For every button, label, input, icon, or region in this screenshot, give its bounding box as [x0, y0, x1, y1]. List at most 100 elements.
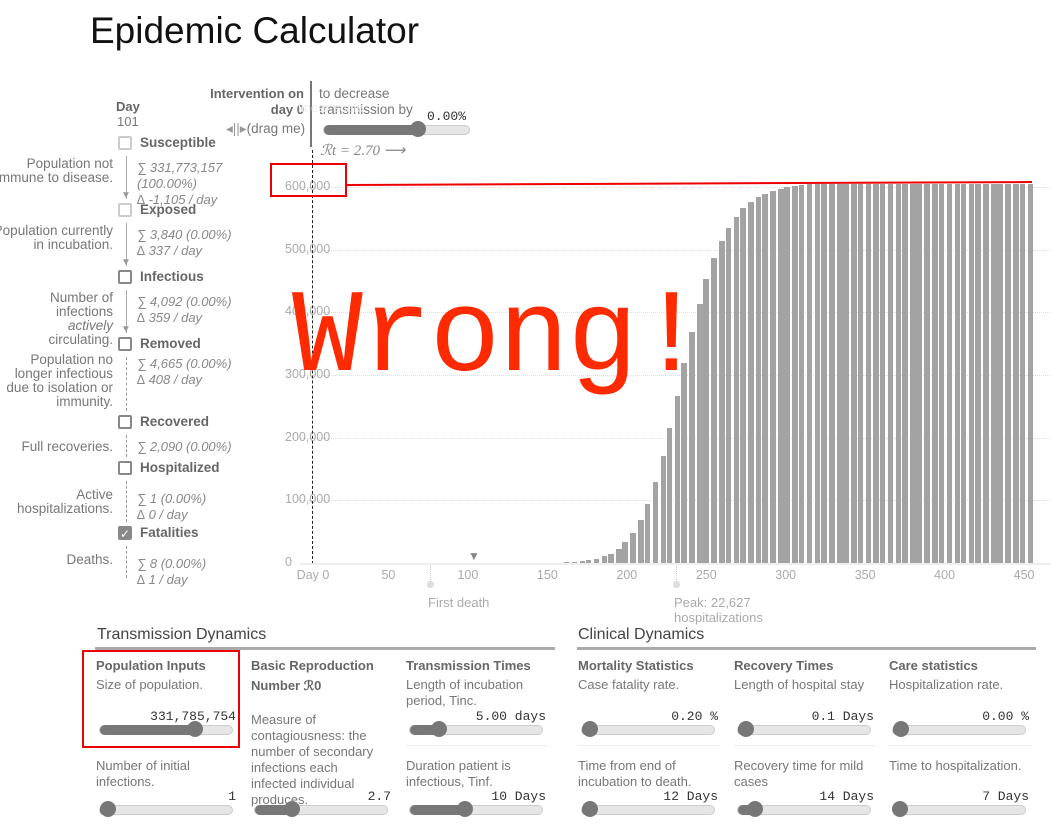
chart-bar[interactable]	[960, 183, 967, 563]
checkbox-removed[interactable]	[118, 337, 132, 351]
card-slider[interactable]	[737, 721, 871, 737]
chart-bar[interactable]	[638, 519, 644, 563]
chart-bar[interactable]	[814, 183, 821, 563]
compartment-description: Population no longer infectious due to i…	[6, 352, 113, 409]
chart-bar[interactable]	[660, 456, 667, 563]
chart-bar[interactable]	[828, 183, 835, 563]
checkbox-recovered[interactable]	[118, 415, 132, 429]
chart-bar[interactable]	[622, 542, 628, 563]
chart-bar[interactable]	[879, 183, 886, 563]
chart-bar[interactable]	[910, 183, 916, 563]
chart-bar[interactable]	[784, 187, 791, 563]
chart-bar[interactable]	[938, 183, 945, 563]
slider-thumb[interactable]	[747, 801, 764, 817]
chart-bar[interactable]	[733, 216, 740, 563]
chart-bar[interactable]	[916, 183, 922, 563]
card-slider-2[interactable]	[581, 801, 715, 817]
chart-bar[interactable]	[770, 191, 776, 563]
chart-bar[interactable]	[798, 184, 805, 563]
slider-thumb[interactable]	[410, 121, 427, 137]
chart-bar[interactable]	[778, 189, 784, 563]
chart-bar[interactable]	[873, 183, 880, 563]
slider-thumb[interactable]	[582, 721, 598, 737]
slider-thumb[interactable]	[431, 721, 448, 737]
checkbox-hospitalized[interactable]	[118, 461, 132, 475]
slider-thumb[interactable]	[738, 721, 754, 737]
checkbox-susceptible[interactable]	[118, 136, 132, 150]
chart-bar[interactable]	[821, 183, 827, 563]
chart-bar[interactable]	[975, 183, 981, 563]
chart-bar[interactable]	[755, 197, 762, 563]
slider-thumb[interactable]	[582, 801, 598, 817]
chart-bar[interactable]	[674, 395, 681, 563]
chart-bar[interactable]	[946, 183, 953, 563]
checkbox-infectious[interactable]	[118, 270, 132, 284]
chart-bar[interactable]	[954, 183, 961, 563]
compartment-label[interactable]: Susceptible	[140, 135, 216, 150]
chart-bar[interactable]	[792, 186, 799, 563]
chart-bar[interactable]	[902, 183, 908, 563]
divider	[406, 745, 548, 746]
chart-bar[interactable]	[630, 532, 636, 563]
card-slider-2[interactable]	[891, 801, 1026, 817]
chart-bar[interactable]	[806, 184, 813, 563]
chart-bar[interactable]	[983, 183, 989, 563]
chart-bar[interactable]	[644, 504, 651, 563]
chart-bar[interactable]	[1019, 183, 1026, 563]
chart-bar[interactable]	[843, 183, 849, 563]
chart-bar[interactable]	[991, 183, 997, 563]
chart-bar[interactable]	[666, 427, 673, 563]
chart-bar[interactable]	[968, 183, 975, 563]
x-tick-label: 350	[854, 568, 876, 582]
compartment-label[interactable]: Fatalities	[140, 525, 199, 540]
scale-toggle-faded[interactable]: linear scale	[298, 100, 364, 115]
chart-bar[interactable]	[719, 240, 725, 563]
chart-bar[interactable]	[924, 183, 930, 563]
divider	[734, 745, 876, 746]
checkbox-fatalities[interactable]: ✓	[118, 526, 132, 540]
chart-bar[interactable]	[601, 556, 608, 563]
card-slider[interactable]	[581, 721, 715, 737]
card-slider-2[interactable]	[737, 801, 871, 817]
chart-bar[interactable]	[865, 183, 872, 563]
chart-bar[interactable]	[1027, 183, 1034, 563]
card-slider[interactable]	[409, 721, 543, 737]
chart-bar[interactable]	[652, 482, 659, 563]
card-slider-2[interactable]	[409, 801, 543, 817]
intervention-slider[interactable]	[323, 121, 470, 137]
compartment-label[interactable]: Infectious	[140, 269, 204, 284]
chart-bar[interactable]	[851, 183, 857, 563]
checkbox-exposed[interactable]	[118, 203, 132, 217]
chart-bar[interactable]	[616, 548, 622, 563]
card-value-2: 7 Days	[982, 789, 1029, 804]
chart-bar[interactable]	[711, 258, 717, 563]
slider-thumb[interactable]	[283, 801, 300, 817]
current-day-marker[interactable]: ▼	[468, 549, 480, 563]
slider-thumb[interactable]	[457, 801, 474, 817]
compartment-label[interactable]: Recovered	[140, 414, 209, 429]
card-slider-2[interactable]	[254, 801, 388, 817]
card-slider-2[interactable]	[99, 801, 233, 817]
compartment-label[interactable]: Hospitalized	[140, 460, 220, 475]
chart-bar[interactable]	[725, 227, 732, 563]
chart-bar[interactable]	[887, 183, 894, 563]
chart-bar[interactable]	[608, 553, 614, 563]
chart-bar[interactable]	[739, 208, 746, 563]
slider-thumb[interactable]	[891, 801, 908, 817]
chart-bar[interactable]	[895, 183, 902, 563]
card-slider[interactable]	[892, 721, 1026, 737]
compartment-label[interactable]: Exposed	[140, 202, 196, 217]
slider-thumb[interactable]	[893, 721, 909, 737]
first-death-label: First death	[428, 595, 490, 610]
intervention-drag-handle[interactable]: ◂||▸(drag me)	[226, 121, 305, 137]
chart-bar[interactable]	[932, 183, 938, 563]
chart-bar[interactable]	[762, 193, 768, 563]
slider-thumb[interactable]	[100, 801, 116, 817]
chart-bar[interactable]	[857, 183, 864, 563]
chart-bar[interactable]	[747, 201, 754, 563]
chart-bar[interactable]	[836, 183, 843, 563]
compartment-label[interactable]: Removed	[140, 336, 201, 351]
chart-bar[interactable]	[1013, 183, 1019, 563]
chart-bar[interactable]	[1005, 183, 1011, 563]
chart-bar[interactable]	[997, 183, 1003, 563]
